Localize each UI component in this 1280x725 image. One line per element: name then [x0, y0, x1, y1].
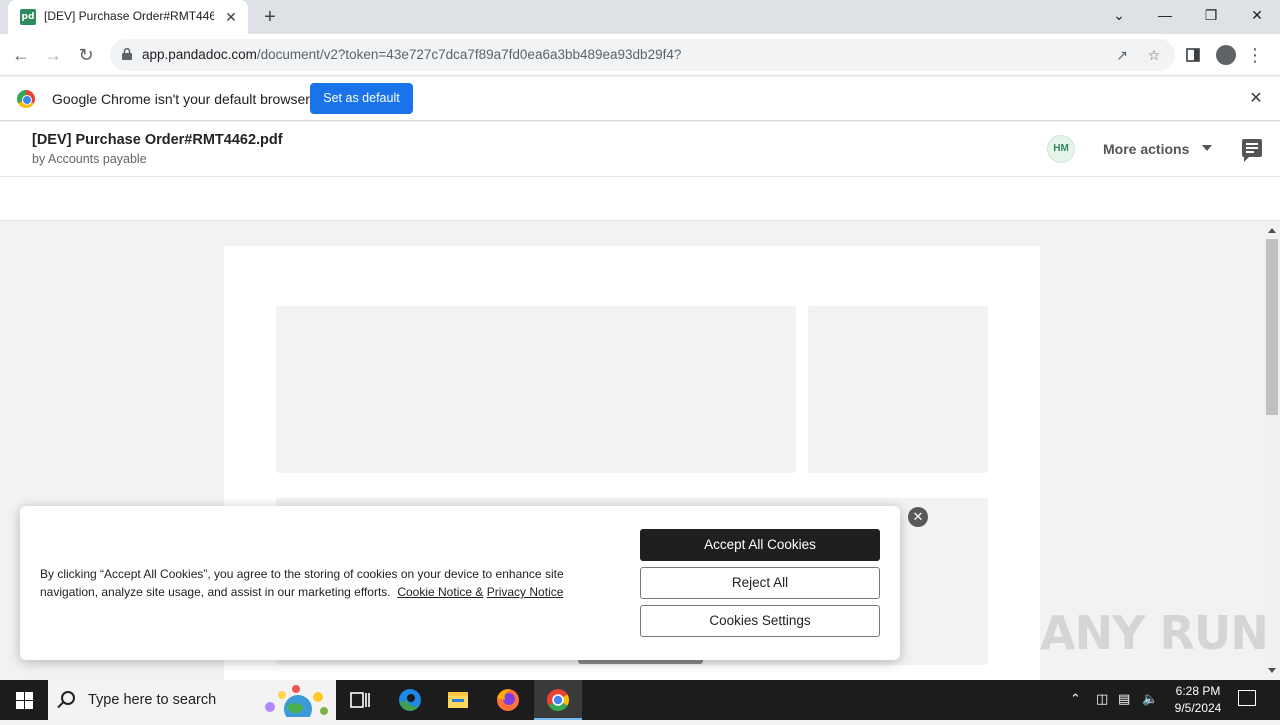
restore-button[interactable]: ❐	[1188, 0, 1234, 30]
forward-arrow-icon[interactable]: →	[40, 42, 66, 68]
infobar-close-icon[interactable]: ✕	[1246, 89, 1266, 109]
clock-time: 6:28 PM	[1175, 684, 1221, 698]
profile-avatar-icon[interactable]	[1216, 45, 1236, 65]
network-icon[interactable]: ▤	[1118, 691, 1130, 707]
document-header: [DEV] Purchase Order#RMT4462.pdf by Acco…	[0, 122, 1280, 177]
firefox-icon[interactable]	[484, 680, 532, 720]
minimize-button[interactable]: —	[1142, 0, 1188, 30]
browser-tab[interactable]: pd [DEV] Purchase Order#RMT4462.pdf ✕	[8, 0, 248, 34]
taskbar-search-placeholder: Type here to search	[88, 692, 217, 708]
lock-icon[interactable]	[122, 48, 132, 60]
edge-browser-icon[interactable]	[386, 680, 434, 720]
battery-icon[interactable]: ◫	[1096, 691, 1108, 707]
scroll-down-arrow-icon[interactable]	[1268, 668, 1276, 673]
user-avatar[interactable]: HM	[1047, 135, 1075, 163]
reject-all-button[interactable]: Reject All	[640, 567, 880, 599]
new-tab-button[interactable]: +	[258, 6, 282, 28]
document-sender: by Accounts payable	[32, 152, 147, 166]
anyrun-watermark: ANY RUN	[1040, 606, 1269, 660]
cookies-settings-button[interactable]: Cookies Settings	[640, 605, 880, 637]
accept-all-cookies-button[interactable]: Accept All Cookies	[640, 529, 880, 561]
clock-date: 9/5/2024	[1174, 701, 1222, 715]
window-close-button[interactable]: ✕	[1234, 0, 1280, 30]
default-browser-infobar: Google Chrome isn't your default browser…	[0, 77, 1280, 121]
browser-toolbar: ← → ↻ app.pandadoc.com/document/v2?token…	[0, 34, 1280, 76]
url-text[interactable]: app.pandadoc.com/document/v2?token=43e72…	[142, 47, 681, 62]
tab-close-icon[interactable]: ✕	[222, 8, 240, 26]
cookie-notice-link[interactable]: Cookie Notice &	[397, 585, 483, 599]
infobar-message: Google Chrome isn't your default browser	[52, 91, 310, 107]
loading-placeholder	[808, 306, 988, 473]
url-path: /document/v2?token=43e727c7dca7f89a7fd0e…	[256, 47, 682, 62]
document-toolbar	[0, 177, 1280, 221]
side-panel-icon[interactable]	[1182, 44, 1204, 66]
chrome-taskbar-icon[interactable]	[534, 680, 582, 720]
volume-icon[interactable]: 🔈	[1142, 691, 1158, 707]
back-arrow-icon[interactable]: ←	[8, 42, 34, 68]
clock[interactable]: 6:28 PM 9/5/2024	[1166, 684, 1230, 715]
scrollbar-thumb[interactable]	[1266, 239, 1278, 415]
bookmark-star-icon[interactable]: ☆	[1144, 45, 1164, 65]
privacy-notice-link[interactable]: Privacy Notice	[487, 585, 564, 599]
search-icon	[61, 691, 75, 705]
comments-icon[interactable]	[1242, 139, 1262, 162]
taskbar-search-box[interactable]: Type here to search	[48, 680, 336, 720]
cookie-banner-close-icon[interactable]: ✕	[908, 507, 928, 527]
share-icon[interactable]: ↗	[1112, 45, 1132, 65]
system-tray: ⌃ ◫ ▤ 🔈 6:28 PM 9/5/2024	[1066, 680, 1280, 720]
cookie-consent-message: By clicking “Accept All Cookies”, you ag…	[40, 567, 564, 599]
notifications-icon[interactable]	[1238, 690, 1256, 706]
address-bar[interactable]: app.pandadoc.com/document/v2?token=43e72…	[110, 39, 1175, 71]
document-title: [DEV] Purchase Order#RMT4462.pdf	[32, 132, 283, 148]
url-host: app.pandadoc.com	[142, 47, 257, 62]
show-hidden-icons-chevron-icon[interactable]: ⌃	[1070, 691, 1081, 707]
windows-start-icon[interactable]	[0, 680, 48, 720]
chrome-menu-icon[interactable]: ⋮	[1244, 44, 1266, 66]
tab-strip: pd [DEV] Purchase Order#RMT4462.pdf ✕ + …	[0, 0, 1280, 34]
loading-placeholder	[276, 306, 796, 473]
scroll-up-arrow-icon[interactable]	[1268, 228, 1276, 233]
cookie-consent-text: By clicking “Accept All Cookies”, you ag…	[40, 565, 580, 601]
chevron-down-icon[interactable]	[1202, 145, 1212, 151]
more-actions-button[interactable]: More actions	[1103, 141, 1189, 157]
reload-icon[interactable]: ↻	[73, 42, 99, 68]
set-as-default-button[interactable]: Set as default	[310, 83, 413, 114]
file-explorer-icon[interactable]	[434, 680, 482, 720]
pandadoc-favicon-icon: pd	[20, 9, 36, 25]
cookie-consent-banner: By clicking “Accept All Cookies”, you ag…	[20, 506, 900, 660]
search-highlight-art-icon	[265, 685, 328, 717]
chrome-logo-icon	[17, 90, 35, 108]
windows-taskbar: Type here to search ⌃ ◫ ▤ 🔈 6:28 PM 9/5/…	[0, 680, 1280, 720]
task-view-icon[interactable]	[336, 680, 384, 720]
tab-search-dropdown-icon[interactable]: ⌄	[1096, 0, 1142, 30]
tab-title: [DEV] Purchase Order#RMT4462.pdf	[44, 9, 214, 23]
